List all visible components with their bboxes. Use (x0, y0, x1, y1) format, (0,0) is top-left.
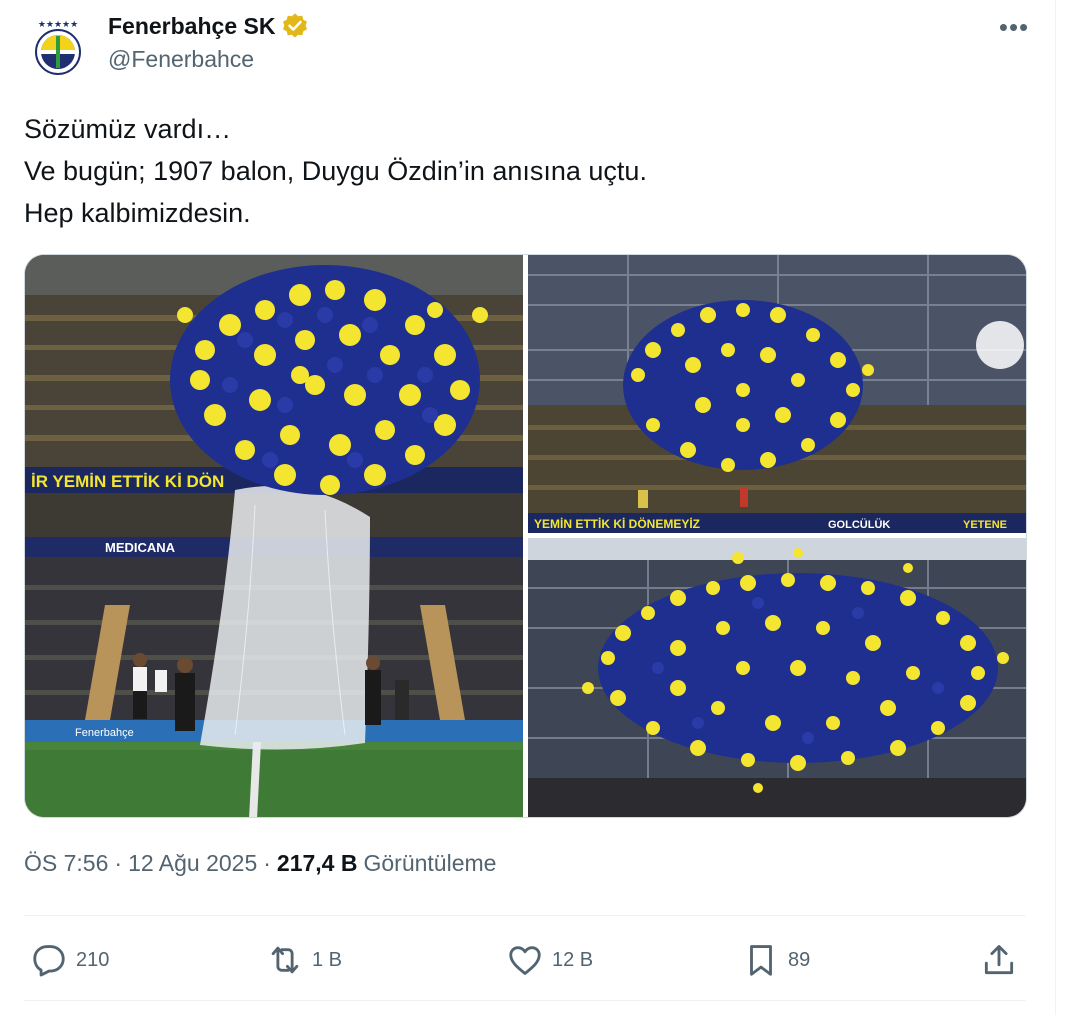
banner-text: MEDICANA (105, 540, 176, 555)
divider (24, 1000, 1026, 1001)
meta-separator: · (263, 850, 271, 876)
views-label: Görüntüleme (363, 850, 497, 876)
user-handle[interactable]: @Fenerbahce (108, 46, 254, 73)
reply-button[interactable]: 210 (30, 932, 109, 988)
banner-text: GOLCÜLÜK (828, 518, 890, 531)
divider (24, 915, 1026, 916)
bookmark-button[interactable]: 89 (742, 932, 810, 988)
tweet-text-line: Hep kalbimizdesin. (24, 198, 251, 228)
banner-text: İR YEMİN ETTİK Kİ DÖN (31, 472, 224, 491)
column-border (1055, 0, 1056, 1015)
display-name[interactable]: Fenerbahçe SK (108, 13, 275, 40)
verified-badge-icon[interactable] (281, 12, 309, 40)
tweet-header: ★★★★★ Fenerbahçe SK @Fenerbahce ••• (24, 10, 1034, 80)
banner-text: Fenerbahçe (75, 727, 134, 739)
bookmark-icon (750, 945, 772, 976)
like-button[interactable]: 12 B (506, 932, 593, 988)
more-options-icon[interactable]: ••• (994, 12, 1034, 42)
tweet-text-line: Ve bugün; 1907 balon, Duygu Özdin’in anı… (24, 156, 647, 186)
tweet-meta: ÖS 7:56 · 12 Ağu 2025 · 217,4 B Görüntül… (24, 850, 496, 877)
action-bar: 210 1 B 12 B 89 (24, 932, 1026, 988)
reply-count: 210 (76, 948, 110, 971)
banner-text: YEMİN ETTİK Kİ DÖNEMEYİZ (534, 516, 700, 531)
like-count: 12 B (552, 948, 594, 971)
retweet-count: 1 B (312, 948, 343, 971)
tweet-text: Sözümüz vardı… Ve bugün; 1907 balon, Duy… (24, 108, 1024, 234)
bookmark-count: 89 (788, 948, 811, 971)
heart-icon (509, 946, 541, 975)
svg-text:★★★★★: ★★★★★ (38, 20, 78, 30)
retweet-icon (271, 946, 299, 974)
tweet-time[interactable]: ÖS 7:56 (24, 850, 108, 877)
meta-separator: · (114, 850, 123, 876)
banner-text: YETENE (963, 519, 1007, 531)
avatar[interactable]: ★★★★★ (24, 12, 92, 80)
photo-1[interactable]: İR YEMİN ETTİK Kİ DÖN MEDICANA Fenerbahç… (25, 255, 523, 817)
share-button[interactable] (980, 932, 1018, 988)
tweet-date[interactable]: 12 Ağu 2025 (128, 850, 257, 877)
media-grid: İR YEMİN ETTİK Kİ DÖN MEDICANA Fenerbahç… (24, 254, 1027, 818)
fenerbahce-crest-icon: ★★★★★ (24, 12, 92, 80)
views-count: 217,4 B (276, 850, 358, 876)
photo-2[interactable]: YEMİN ETTİK Kİ DÖNEMEYİZ GOLCÜLÜK YETENE (528, 255, 1026, 533)
reply-icon (33, 945, 65, 977)
tweet-text-line: Sözümüz vardı… (24, 114, 232, 144)
share-icon (984, 945, 1014, 975)
retweet-button[interactable]: 1 B (266, 932, 342, 988)
photo-3[interactable] (528, 538, 1026, 817)
